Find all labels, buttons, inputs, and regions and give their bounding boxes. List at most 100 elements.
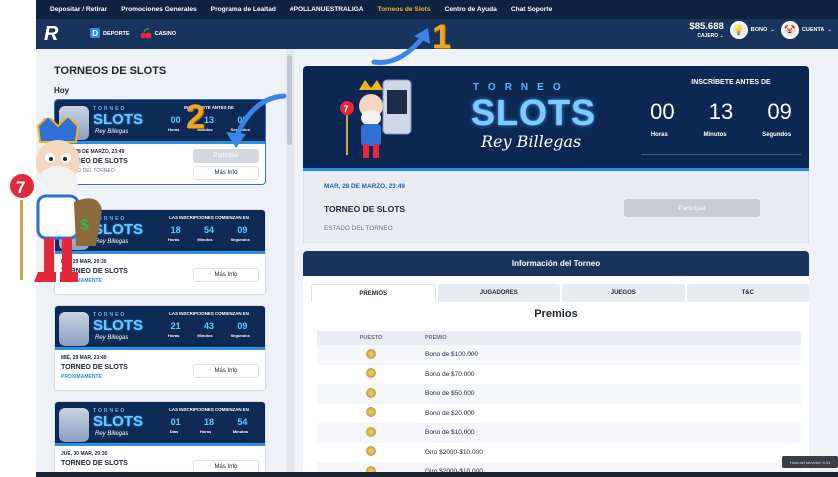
table-row: Bono de $100.000	[317, 345, 801, 365]
bono-dropdown[interactable]: 💡 BONO ⌄	[729, 21, 775, 39]
balance-amount: $85.688	[689, 21, 724, 32]
nav-chat-soporte[interactable]: Chat Soporte	[511, 6, 552, 13]
top-nav: Depositar / Retirar Promociones Generale…	[36, 0, 838, 19]
tournament-name: TORNEO DE SLOTS	[324, 204, 406, 214]
hero-slots-text: SLOTS	[471, 92, 597, 133]
nav-depositar[interactable]: Depositar / Retirar	[50, 6, 107, 13]
info-tabs: PREMIOS JUGADORES JUEGOS T&C	[311, 284, 809, 302]
tutorial-arrow-icon	[371, 28, 430, 65]
table-row: Bono de $10.000	[317, 423, 801, 443]
premio-value: Bono de $20.000	[425, 409, 475, 417]
deporte-label: DEPORTE	[103, 31, 130, 37]
cajero-label: CAJERO	[697, 33, 719, 39]
participar-button[interactable]: Participar	[193, 149, 259, 163]
card-countdown-units: Días Horas Minutos	[159, 429, 259, 434]
tab-tyc[interactable]: T&C	[686, 284, 809, 302]
tab-premios[interactable]: PREMIOS	[311, 284, 436, 302]
divider	[36, 472, 838, 477]
hero-rey-text: Rey Billegas	[481, 132, 582, 151]
info-header: Información del Torneo	[303, 251, 809, 276]
king-mascot-icon: 7 $	[8, 118, 102, 282]
nav-centro-ayuda[interactable]: Centro de Ayuda	[445, 6, 497, 13]
countdown-value: 01	[170, 417, 181, 427]
countdown-value: 09	[237, 321, 248, 331]
countdown-unit: Horas	[167, 127, 180, 132]
card-countdown: 21 43 09	[159, 321, 259, 331]
premio-value: Bono de $70.000	[425, 370, 475, 378]
col-premio: PREMIO	[425, 335, 447, 341]
mas-info-button[interactable]: Más Info	[193, 268, 259, 282]
svg-text:7: 7	[16, 178, 25, 197]
countdown-unit: Horas	[167, 237, 180, 242]
table-row: Giro $2000-$10.000	[317, 443, 801, 463]
card-countdown-label: LAS INSCRIPCIONES COMIENZAN EN	[169, 407, 249, 412]
header-account-area: $85.688 CAJERO ⌄ 💡 BONO ⌄ 🤡 CUENTA ⌄	[689, 21, 832, 39]
countdown-seconds: 09	[767, 99, 792, 124]
category-deporte[interactable]: D DEPORTE	[90, 28, 130, 40]
banner-rey: Rey Billegas	[95, 431, 129, 437]
balance-block[interactable]: $85.688 CAJERO ⌄	[689, 21, 723, 39]
medal-icon	[366, 368, 376, 379]
tournament-card[interactable]: TORNEO SLOTS Rey Billegas LAS INSCRIPCIO…	[54, 401, 266, 477]
nav-lealtad[interactable]: Programa de Lealtad	[211, 6, 276, 13]
medal-icon	[366, 387, 376, 398]
card-body: MIÉ, 29 MAR, 23:49 TORNEO DE SLOTS PRÓXI…	[55, 350, 265, 390]
nav-promociones[interactable]: Promociones Generales	[121, 6, 197, 13]
hero-countdown-units: Horas Minutos Segundos	[633, 132, 809, 138]
svg-text:$: $	[80, 217, 89, 234]
countdown-unit: Segundos	[230, 237, 250, 242]
countdown-unit: Minutos	[197, 237, 213, 242]
user-avatar-icon: 🤡	[780, 21, 799, 39]
medal-icon	[366, 446, 376, 457]
hero-info: MAR, 28 DE MARZO, 23:49 TORNEO DE SLOTS …	[303, 171, 809, 243]
cherry-icon	[140, 27, 152, 41]
tournament-info-card: Información del Torneo PREMIOS JUGADORES…	[303, 251, 809, 477]
premio-value: Bono de $10.000	[425, 429, 475, 437]
card-countdown-units: Horas Minutos Segundos	[159, 333, 259, 338]
mas-info-button[interactable]: Más Info	[193, 166, 259, 180]
countdown-value: 43	[203, 321, 214, 331]
countdown-unit: Minutos	[197, 333, 213, 338]
site-logo[interactable]: R	[44, 23, 80, 45]
cajero-dropdown[interactable]: CAJERO ⌄	[689, 33, 723, 39]
king-mascot-icon: 7	[340, 79, 412, 158]
svg-text:7: 7	[344, 104, 349, 114]
tutorial-step-2: 2	[186, 98, 205, 136]
tournament-card[interactable]: TORNEO SLOTS Rey Billegas LAS INSCRIPCIO…	[54, 305, 266, 391]
countdown-value: 18	[170, 225, 181, 235]
bono-label: BONO	[750, 27, 768, 33]
table-row: Bono de $20.000	[317, 404, 801, 424]
mas-info-button[interactable]: Más Info	[193, 364, 259, 378]
card-banner: TORNEO SLOTS Rey Billegas LAS INSCRIPCIO…	[55, 402, 265, 446]
card-countdown-label: LAS INSCRIPCIONES COMIENZAN EN	[169, 311, 249, 316]
nav-pollanuestraliga[interactable]: #POLLANUESTRALIGA	[290, 6, 364, 13]
countdown-value: 21	[170, 321, 181, 331]
cuenta-dropdown[interactable]: 🤡 CUENTA ⌄	[780, 21, 832, 39]
countdown-unit: Segundos	[762, 132, 792, 138]
tutorial-step-1: 1	[432, 18, 451, 56]
countdown-hours: 00	[650, 99, 675, 124]
deporte-icon: D	[90, 28, 100, 40]
countdown-minutes: 13	[708, 99, 734, 124]
countdown-value: 13	[203, 115, 214, 125]
card-banner: TORNEO SLOTS Rey Billegas LAS INSCRIPCIO…	[55, 306, 265, 350]
countdown-unit: Minutos	[232, 429, 249, 434]
hero-countdown: 00 13 09	[633, 99, 809, 125]
tutorial-arrow-icon	[226, 93, 287, 148]
tournament-date: MAR, 28 DE MARZO, 23:49	[324, 183, 405, 190]
banner-rey: Rey Billegas	[95, 335, 129, 341]
participar-button[interactable]: Participar	[624, 199, 760, 217]
medal-icon	[366, 407, 376, 418]
tab-juegos[interactable]: JUEGOS	[562, 284, 685, 302]
bono-lightbulb-icon: 💡	[729, 21, 748, 39]
divider	[641, 154, 801, 155]
category-casino[interactable]: CASINO	[140, 27, 176, 41]
tournament-detail-panel: 7 TORNEO SLOTS Rey Billegas INSCRÍBETE A…	[294, 49, 838, 477]
tab-jugadores[interactable]: JUGADORES	[437, 284, 560, 302]
cuenta-label: CUENTA	[801, 27, 825, 33]
nav-torneos-slots[interactable]: Torneos de Slots	[378, 6, 431, 13]
countdown-value: 54	[203, 225, 214, 235]
slot-machine-icon	[59, 312, 89, 346]
casino-label: CASINO	[154, 31, 176, 37]
banner-slots: SLOTS	[93, 317, 144, 334]
